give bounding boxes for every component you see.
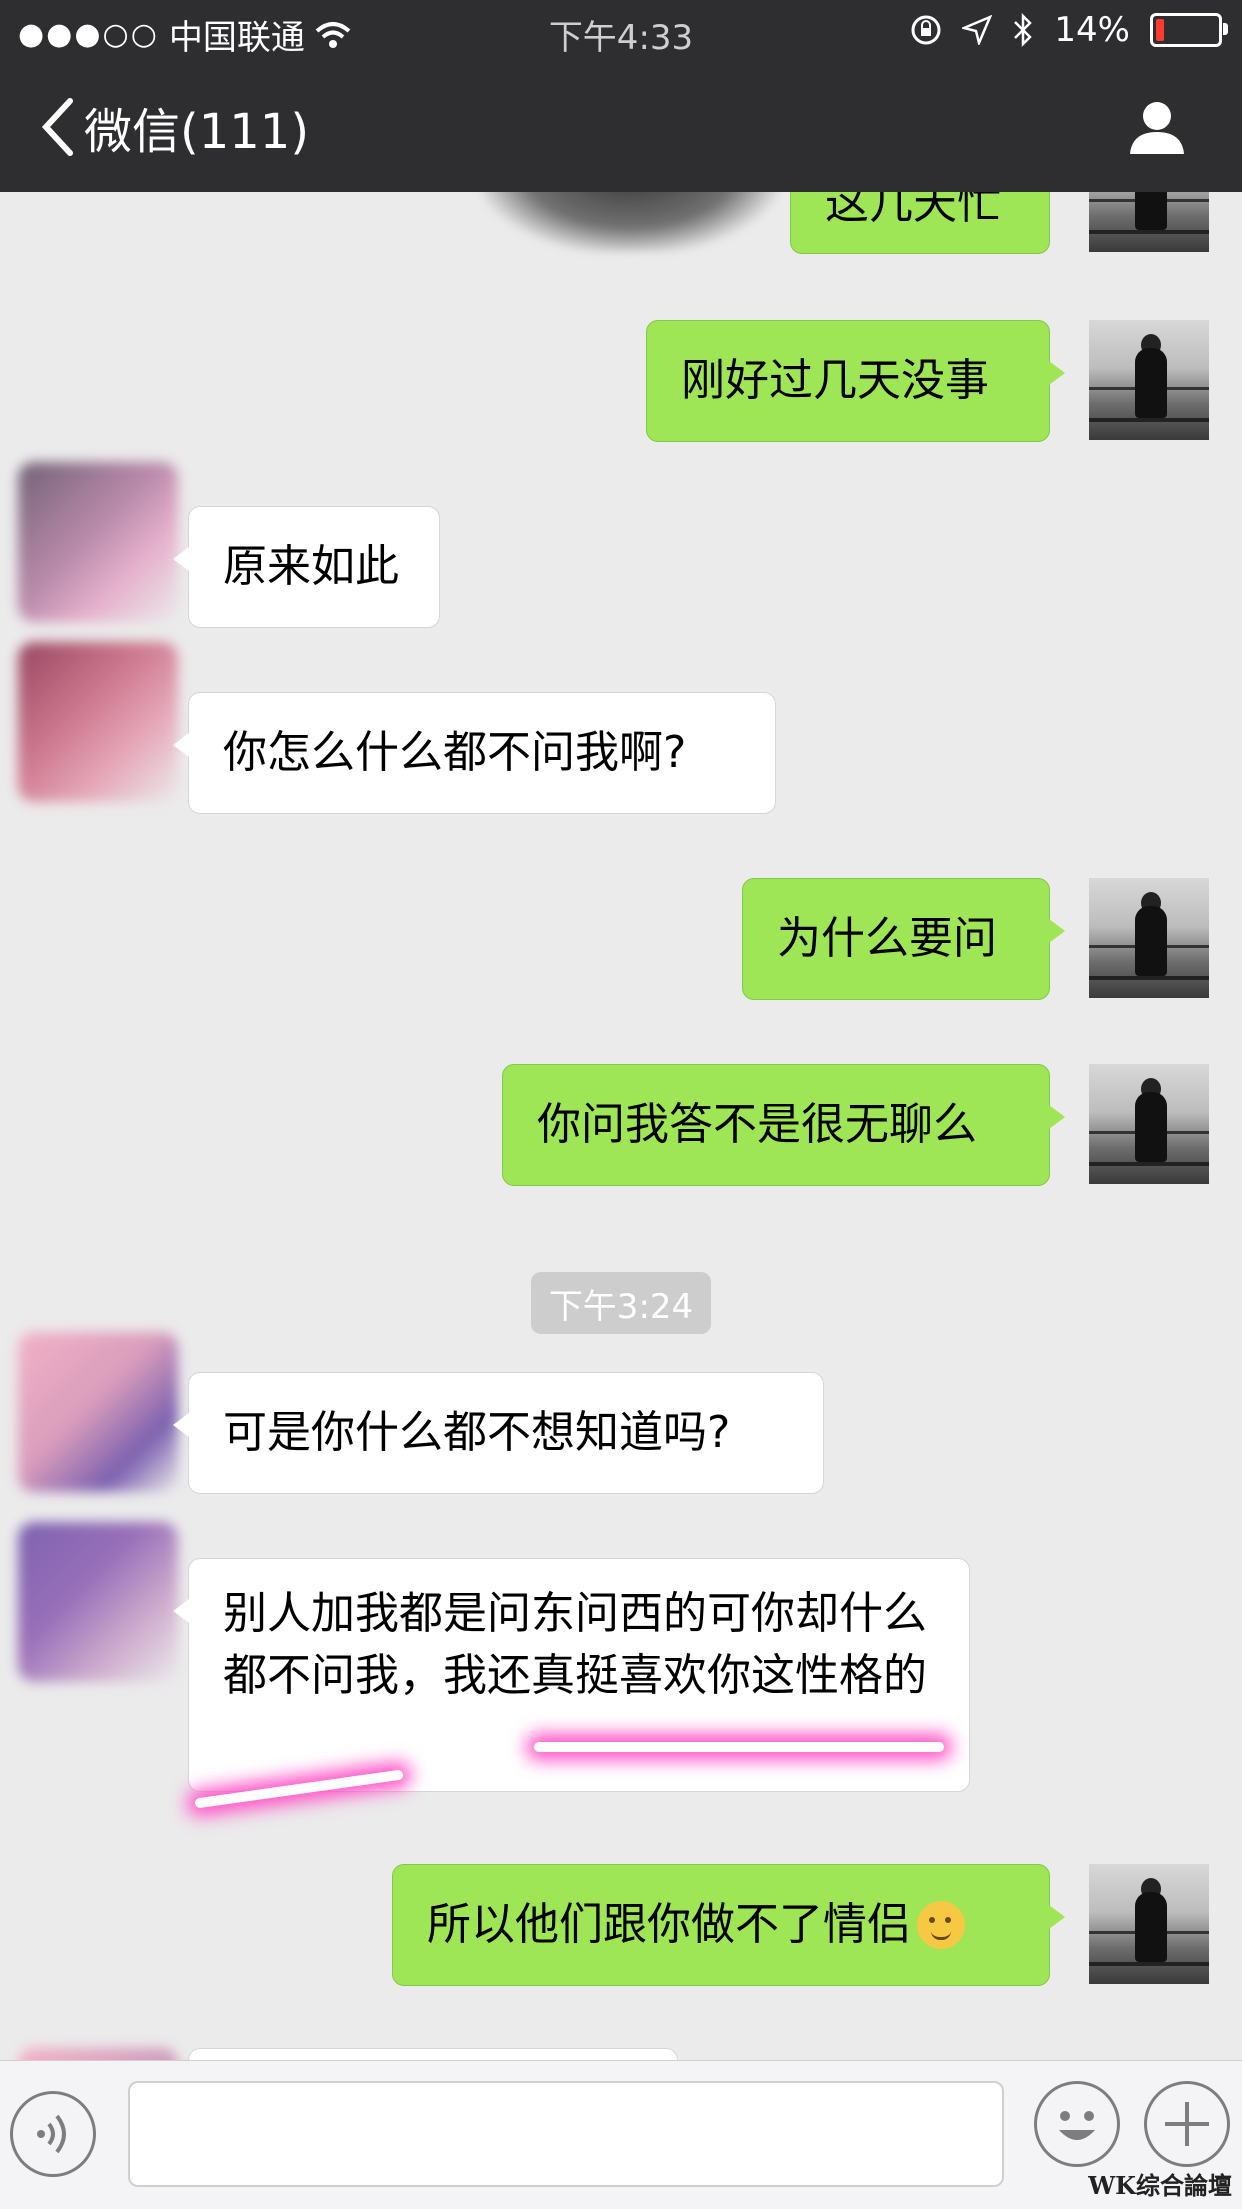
message-bubble-incoming[interactable] [188,2048,678,2060]
message-text: 刚好过几天没事 [681,355,989,406]
message-text: 你怎么什么都不问我啊? [223,727,687,778]
message-bubble-incoming[interactable]: 你怎么什么都不问我啊? [173,692,776,814]
avatar[interactable] [18,1332,178,1492]
message-bubble-outgoing[interactable]: 所以他们跟你做不了情侣 [392,1864,1065,1986]
message-bubble-outgoing[interactable]: 刚好过几天没事 [646,320,1065,442]
nav-bar: 微信(111) [0,64,1242,192]
battery-icon [1150,13,1228,47]
back-button[interactable]: 微信(111) [40,92,309,162]
message-input[interactable] [128,2081,1004,2187]
message-bubble-outgoing[interactable]: 你问我答不是很无聊么 [502,1064,1065,1186]
status-bar: ●●●○○ 中国联通 下午4:33 14% [0,0,1242,64]
more-button[interactable] [1144,2081,1230,2167]
back-label: 微信(111) [84,104,310,160]
message-text: 可是你什么都不想知道吗? [223,1407,731,1458]
redaction-scribble [480,192,780,252]
message-text: 为什么要问 [777,913,997,964]
emoji-button[interactable] [1034,2081,1120,2167]
avatar[interactable] [18,1522,178,1682]
timestamp-pill: 下午3:24 [531,1272,711,1334]
orientation-lock-icon [911,15,941,45]
message-text: 这几天忙 [825,192,1001,229]
avatar[interactable] [18,2048,178,2060]
pink-highlight-stroke [534,1742,944,1752]
message-bubble-outgoing[interactable]: 这几天忙 [790,192,1050,254]
voice-icon [37,2114,66,2154]
message-bubble-incoming[interactable]: 可是你什么都不想知道吗? [173,1372,824,1494]
timestamp-text: 下午3:24 [548,1286,694,1327]
avatar[interactable] [18,462,178,622]
chat-area[interactable]: 这几天忙 刚好过几天没事 原来如此 你怎么什么都不问我啊? 为什么要问 你问我答… [0,192,1242,2060]
message-text: 所以他们跟你做不了情侣 [427,1899,911,1950]
smiley-icon [1059,2111,1095,2140]
location-icon [962,15,993,45]
thinking-face-icon [917,1901,965,1949]
avatar[interactable] [18,642,178,802]
message-bubble-outgoing[interactable]: 为什么要问 [742,878,1065,1000]
chevron-left-icon [41,98,73,156]
message-text: 你问我答不是很无聊么 [537,1099,977,1150]
avatar[interactable] [1089,1864,1209,1984]
watermark-text: WK综合論壇 [1088,2171,1232,2200]
avatar[interactable] [1089,192,1209,252]
avatar[interactable] [1089,878,1209,998]
battery-level-fill [1156,19,1164,41]
avatar[interactable] [1089,320,1209,440]
status-right: 14% [910,10,1228,50]
message-text: 原来如此 [223,541,399,592]
profile-icon[interactable] [1128,98,1186,156]
bluetooth-icon [1014,13,1033,47]
avatar[interactable] [1089,1064,1209,1184]
input-bar: WK综合論壇 [0,2060,1242,2209]
battery-percent: 14% [1054,10,1130,50]
plus-icon [1165,2102,1209,2146]
message-bubble-incoming[interactable]: 原来如此 [173,506,440,628]
message-bubble-incoming[interactable]: 别人加我都是问东问西的可你却什么都不问我，我还真挺喜欢你这性格的 [173,1558,970,1792]
message-text: 别人加我都是问东问西的可你却什么都不问我，我还真挺喜欢你这性格的 [223,1588,927,1701]
voice-button[interactable] [10,2091,96,2177]
